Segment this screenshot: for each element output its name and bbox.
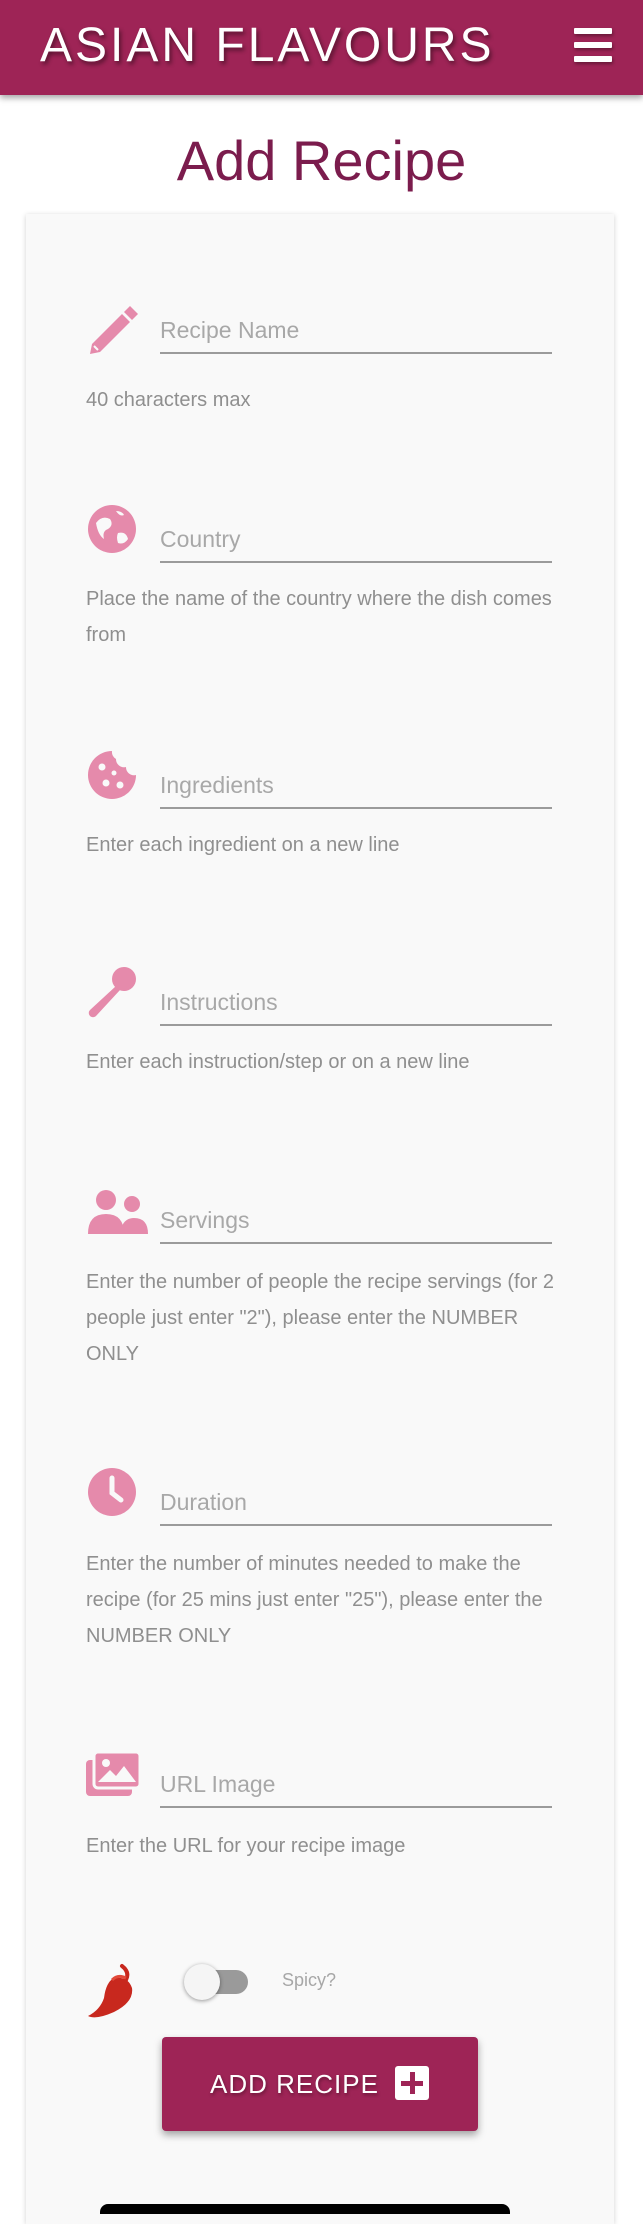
instructions-input[interactable] <box>160 980 552 1026</box>
servings-input[interactable] <box>160 1198 552 1244</box>
spoon-icon <box>88 967 136 1018</box>
recipe-name-input[interactable] <box>160 308 552 354</box>
duration-help: Enter the number of minutes needed to ma… <box>86 1553 543 1647</box>
bottom-edge-bar <box>100 2204 510 2214</box>
brand-logo[interactable]: ASIAN FLAVOURS <box>40 18 495 73</box>
spicy-toggle-row: Spicy? <box>26 1934 614 2034</box>
add-recipe-button[interactable]: ADD RECIPE <box>162 2037 478 2131</box>
users-icon <box>88 1190 148 1234</box>
add-recipe-label: ADD RECIPE <box>210 2069 379 2099</box>
ingredients-help: Enter each ingredient on a new line <box>86 834 400 856</box>
duration-input[interactable] <box>160 1480 552 1526</box>
country-help: Place the name of the country where the … <box>86 588 552 646</box>
clock-icon <box>88 1468 136 1516</box>
spicy-label: Spicy? <box>282 1970 337 1990</box>
ingredients-input[interactable] <box>160 763 552 809</box>
switch-knob <box>184 1964 220 2000</box>
navbar: ASIAN FLAVOURS <box>0 0 643 95</box>
recipe-name-help: 40 characters max <box>86 389 251 411</box>
spicy-switch[interactable] <box>184 1964 248 2000</box>
globe-icon <box>88 505 136 553</box>
pencil-icon <box>90 306 138 354</box>
instructions-help: Enter each instruction/step or on a new … <box>86 1051 470 1073</box>
images-icon <box>86 1750 142 1796</box>
plus-square-icon <box>395 2066 429 2100</box>
servings-help: Enter the number of people the recipe se… <box>86 1271 555 1365</box>
url-image-help: Enter the URL for your recipe image <box>86 1835 406 1857</box>
recipe-form-card: 40 characters max Place the name of the … <box>26 214 614 2224</box>
url-image-input[interactable] <box>160 1762 552 1808</box>
hamburger-menu-icon[interactable] <box>574 28 612 64</box>
page-title: Add Recipe <box>176 129 467 192</box>
cookie-icon <box>88 751 136 799</box>
country-input[interactable] <box>160 517 552 563</box>
chili-pepper-icon <box>88 1964 133 2018</box>
